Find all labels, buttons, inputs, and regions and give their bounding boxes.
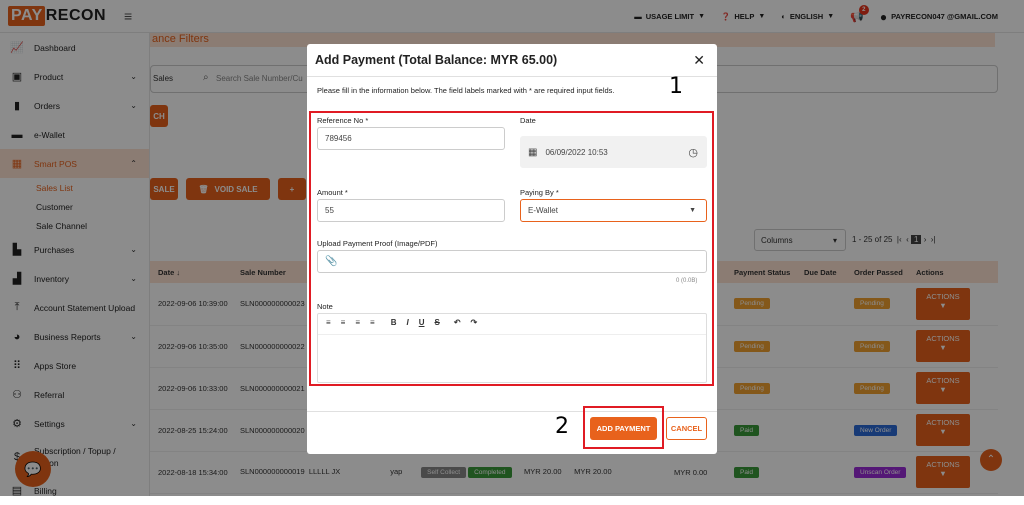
align-center-icon[interactable]: ≡ [341,318,346,327]
align-left-icon[interactable]: ≡ [326,318,331,327]
divider [307,76,717,77]
chevron-down-icon: ▼ [689,207,696,214]
date-input[interactable]: ▦ 06/09/2022 10:53 ◷ [520,136,707,168]
italic-icon[interactable]: I [406,318,408,327]
align-right-icon[interactable]: ≡ [355,318,360,327]
paying-by-select[interactable]: E-Wallet ▼ [520,199,707,222]
bold-icon[interactable]: B [391,318,397,327]
amount-input[interactable]: 55 [317,199,505,222]
strikethrough-icon[interactable]: S [434,318,439,327]
add-payment-button[interactable]: ADD PAYMENT [590,417,657,440]
date-label: Date [520,116,536,125]
undo-icon[interactable]: ↶ [454,318,461,327]
editor-toolbar: ≡ ≡ ≡ ≡ B I U S ↶ ↷ [326,318,477,327]
reference-input[interactable]: 789456 [317,127,505,150]
paperclip-icon: 📎 [325,256,338,267]
underline-icon[interactable]: U [419,318,425,327]
modal-info-text: Please fill in the information below. Th… [317,86,615,95]
add-payment-modal: Add Payment (Total Balance: MYR 65.00) ✕… [307,44,717,454]
calendar-icon: ▦ [528,146,538,158]
amount-label: Amount * [317,188,348,197]
note-editor[interactable]: ≡ ≡ ≡ ≡ B I U S ↶ ↷ [317,313,707,383]
redo-icon[interactable]: ↷ [471,318,478,327]
close-icon[interactable]: ✕ [693,52,705,69]
upload-size: 0 (0.0B) [676,278,698,284]
cancel-button[interactable]: CANCEL [666,417,707,440]
clock-icon: ◷ [688,146,698,159]
upload-label: Upload Payment Proof (Image/PDF) [317,239,438,248]
modal-title: Add Payment (Total Balance: MYR 65.00) [315,53,558,67]
reference-label: Reference No * [317,116,369,125]
align-justify-icon[interactable]: ≡ [370,318,375,327]
annotation-number: 2 [555,414,569,439]
annotation-number: 1 [669,74,683,99]
paying-by-label: Paying By * [520,188,559,197]
note-label: Note [317,302,333,311]
upload-input[interactable]: 📎 [317,250,707,273]
